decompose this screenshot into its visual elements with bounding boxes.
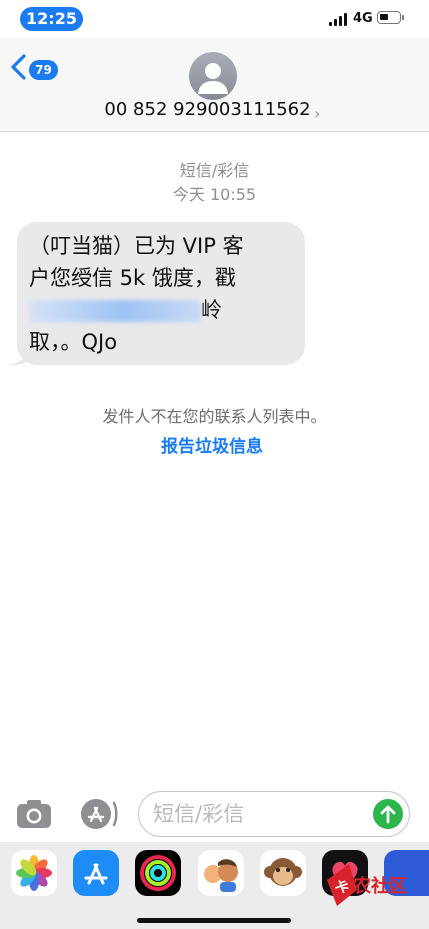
battery-cap [402,15,404,20]
svg-text:农社区: 农社区 [352,875,407,897]
cellular-signal-icon [329,12,349,26]
back-chevron-icon[interactable] [8,52,30,82]
animoji-monkey-icon[interactable] [260,850,306,896]
sender-not-in-contacts-notice: 发件人不在您的联系人列表中。 [102,407,327,426]
message-line-2: 户您绶信 5k 饿度，戳 [29,266,236,290]
redacted-link[interactable] [29,300,201,322]
message-text: （叮当猫）已为 VIP 客 户您绶信 5k 饿度，戳 岭 取，。QJo [29,230,299,358]
unread-count-badge[interactable]: 79 [29,60,58,80]
conversation-header: 79 00 852 929003111562 › [0,38,429,132]
message-line-4: 取，。QJo [29,330,118,354]
photos-icon[interactable] [11,850,57,896]
message-type-label: 短信/彩信 [179,161,250,180]
network-type: 4G [353,11,373,26]
send-arrow-icon [380,805,396,824]
battery-icon [377,11,401,24]
message-timestamp: 今天 10:55 [172,185,257,204]
home-indicator[interactable] [137,918,291,923]
status-time[interactable]: 12:25 [20,7,83,31]
watermark-logo: 卡 农社区 [327,864,407,906]
message-input[interactable] [138,791,410,837]
app-store-icon[interactable] [78,797,118,831]
message-line-1: （叮当猫）已为 VIP 客 [29,234,244,258]
contact-avatar[interactable] [189,52,237,100]
memoji-icon[interactable] [198,850,244,896]
app-store-app-icon[interactable] [73,850,119,896]
contact-number[interactable]: 00 852 929003111562 [0,99,415,120]
chevron-right-icon[interactable]: › [314,104,320,123]
report-junk-link[interactable]: 报告垃圾信息 [0,432,424,457]
camera-icon[interactable] [15,797,53,831]
message-line-3-suffix: 岭 [201,298,222,322]
send-button[interactable] [373,799,403,829]
activity-icon[interactable] [135,850,181,896]
status-bar: 12:25 4G [0,0,429,38]
person-icon [198,63,228,94]
